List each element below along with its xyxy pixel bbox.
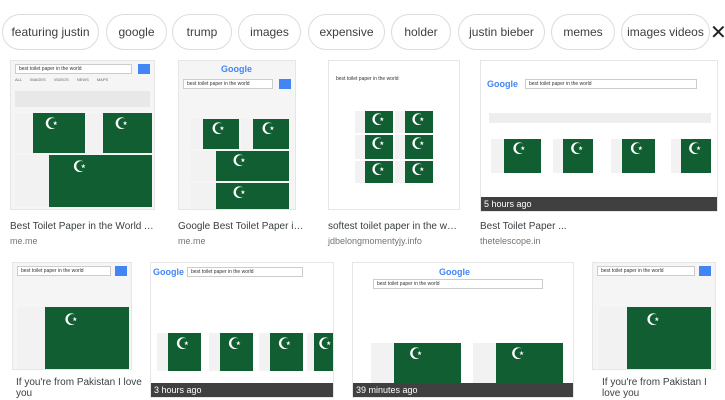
related-search-chips: featuring justin google trump images exp… (0, 14, 725, 52)
mock-search-bar: best toilet paper in the world (187, 267, 303, 277)
result-thumbnail[interactable]: Google best toilet paper in the world 5 … (480, 60, 718, 212)
google-logo-icon: Google (153, 267, 184, 277)
result-title[interactable]: If you're from Pakistan I love you (16, 377, 142, 399)
google-logo-icon: Google (221, 64, 252, 74)
time-badge: 3 hours ago (151, 383, 333, 397)
flag-image (395, 111, 433, 133)
search-icon (115, 266, 127, 276)
result-tile-2[interactable]: Google best toilet paper in the world Go… (178, 60, 308, 246)
result-thumbnail[interactable]: Google best toilet paper in the world 3 … (150, 262, 334, 398)
result-source: me.me (178, 236, 206, 246)
result-source: jdbelongmomentyjy.info (328, 236, 422, 246)
flag-image (15, 113, 85, 153)
flag-image (371, 343, 461, 383)
flag-image (87, 113, 152, 153)
result-tile-7[interactable]: Google best toilet paper in the world 39… (352, 262, 584, 400)
mock-search-bar: best toilet paper in the world (17, 266, 111, 276)
flag-image (17, 307, 129, 369)
flag-image (191, 183, 289, 209)
result-thumbnail[interactable]: best toilet paper in the world (12, 262, 132, 370)
flag-image (307, 333, 333, 371)
chip-images[interactable]: images (238, 14, 301, 50)
result-tile-5[interactable]: best toilet paper in the world If you're… (12, 262, 142, 400)
mock-blank (15, 91, 150, 107)
mock-search-bar: best toilet paper in the world (525, 79, 697, 89)
result-source: me.me (10, 236, 38, 246)
result-title[interactable]: Google Best Toilet Paper in t... (178, 221, 306, 232)
mock-tab: VIDEOS (53, 77, 69, 82)
flag-image (355, 111, 393, 133)
flag-image (599, 307, 711, 369)
mock-tab: ALL (15, 77, 23, 82)
result-thumbnail[interactable]: Google best toilet paper in the world (178, 60, 296, 210)
chip-google[interactable]: google (106, 14, 167, 50)
result-tile-4[interactable]: Google best toilet paper in the world 5 … (480, 60, 720, 246)
flag-image (355, 135, 393, 159)
google-logo-icon: Google (487, 79, 518, 89)
chip-memes[interactable]: memes (551, 14, 615, 50)
result-thumbnail[interactable]: best toilet paper in the world (328, 60, 460, 210)
flag-image (491, 139, 541, 173)
result-thumbnail[interactable]: best toilet paper in the world ALL IMAGE… (10, 60, 155, 210)
chip-justin-bieber[interactable]: justin bieber (458, 14, 545, 50)
chip-expensive[interactable]: expensive (308, 14, 385, 50)
chip-holder[interactable]: holder (391, 14, 451, 50)
flag-image (157, 333, 201, 371)
flag-image (15, 155, 152, 207)
flag-image (395, 135, 433, 159)
flag-image (209, 333, 253, 371)
flag-image (355, 161, 393, 183)
mock-search-bar: best toilet paper in the world (373, 279, 543, 289)
close-icon[interactable]: ✕ (710, 24, 725, 42)
result-tile-8[interactable]: best toilet paper in the world If you're… (592, 262, 720, 400)
flag-image (395, 161, 433, 183)
flag-image (241, 119, 289, 149)
mock-search-bar: best toilet paper in the world (183, 79, 273, 89)
result-title[interactable]: softest toilet paper in the wor... (328, 221, 460, 232)
flag-image (553, 139, 593, 173)
result-title[interactable]: Best Toilet Paper in the World AL... (10, 221, 158, 232)
result-tile-1[interactable]: best toilet paper in the world ALL IMAGE… (10, 60, 158, 246)
search-icon (279, 79, 291, 89)
google-logo-icon: Google (439, 267, 470, 277)
result-source: thetelescope.in (480, 236, 541, 246)
mock-search-bar: best toilet paper in the world (333, 75, 429, 85)
time-badge: 5 hours ago (481, 197, 717, 211)
search-icon (699, 266, 711, 276)
mock-tab: IMAGES (30, 77, 46, 82)
chip-featuring-justin[interactable]: featuring justin (2, 14, 99, 50)
flag-image (259, 333, 303, 371)
result-tile-6[interactable]: Google best toilet paper in the world 3 … (150, 262, 334, 400)
flag-image (611, 139, 655, 173)
flag-image (191, 151, 289, 181)
mock-blank (489, 113, 711, 123)
time-badge: 39 minutes ago (353, 383, 573, 397)
mock-search-bar: best toilet paper in the world (597, 266, 695, 276)
mock-tab: MAPS (96, 77, 109, 82)
flag-image (191, 119, 239, 149)
result-thumbnail[interactable]: best toilet paper in the world (592, 262, 716, 370)
flag-image (473, 343, 563, 383)
result-title[interactable]: Best Toilet Paper ... (480, 221, 718, 232)
mock-tab: NEWS (76, 77, 89, 82)
mock-search-bar: best toilet paper in the world (15, 64, 132, 74)
result-thumbnail[interactable]: Google best toilet paper in the world 39… (352, 262, 574, 398)
chip-trump[interactable]: trump (172, 14, 232, 50)
flag-image (671, 139, 711, 173)
result-title[interactable]: If you're from Pakistan I love you (602, 377, 720, 399)
mock-tabs: ALL IMAGES VIDEOS NEWS MAPS (15, 77, 150, 85)
chip-images-videos[interactable]: images videos (621, 14, 710, 50)
result-tile-3[interactable]: best toilet paper in the world softest t… (328, 60, 460, 246)
search-icon (138, 64, 150, 74)
